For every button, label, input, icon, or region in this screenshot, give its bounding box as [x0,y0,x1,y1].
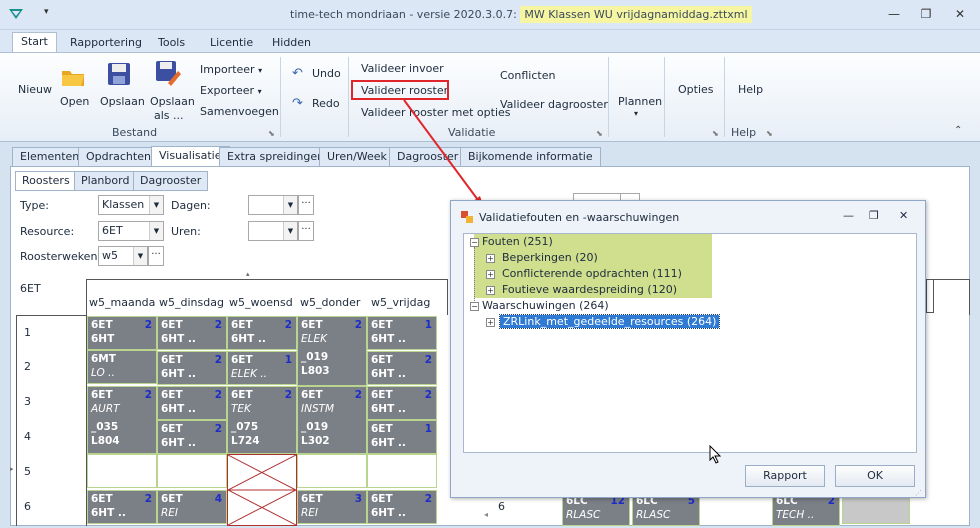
dialog-minimize-button[interactable]: — [843,209,854,222]
dialog-title: Validatiefouten en -waarschuwingen [479,211,680,224]
dialog-close-button[interactable]: ✕ [899,209,908,222]
dialog-app-icon [461,211,473,223]
tree-node-foutieve-waardespreiding[interactable]: Foutieve waardespreiding (120) [502,282,677,298]
expand-icon[interactable]: + [486,254,495,263]
dialog-restore-button[interactable]: ❐ [869,209,879,222]
tree-node-beperkingen[interactable]: Beperkingen (20) [502,250,598,266]
expand-icon[interactable]: + [486,286,495,295]
ok-button[interactable]: OK [835,465,915,487]
resize-grip-icon[interactable]: ⋰ [915,489,922,497]
tree-node-conflicterende-opdrachten[interactable]: Conflicterende opdrachten (111) [502,266,682,282]
expand-icon[interactable]: + [486,270,495,279]
collapse-icon[interactable]: − [470,302,479,311]
tree-node-waarschuwingen[interactable]: Waarschuwingen (264) [482,298,609,314]
rapport-button[interactable]: Rapport [745,465,825,487]
tree-node-zrlink[interactable]: ZRLink_met_gedeelde_resources (264) [498,314,721,330]
mouse-cursor-icon [709,445,722,464]
tree-node-fouten[interactable]: Fouten (251) [482,234,553,250]
validation-dialog: Validatiefouten en -waarschuwingen — ❐ ✕… [450,200,926,498]
collapse-icon[interactable]: − [470,238,479,247]
tree-line [474,247,475,303]
expand-icon[interactable]: + [486,318,495,327]
tree-node-zrlink-label[interactable]: ZRLink_met_gedeelde_resources (264) [498,314,721,329]
validation-tree[interactable]: − Fouten (251) + Beperkingen (20) + Conf… [463,233,917,453]
